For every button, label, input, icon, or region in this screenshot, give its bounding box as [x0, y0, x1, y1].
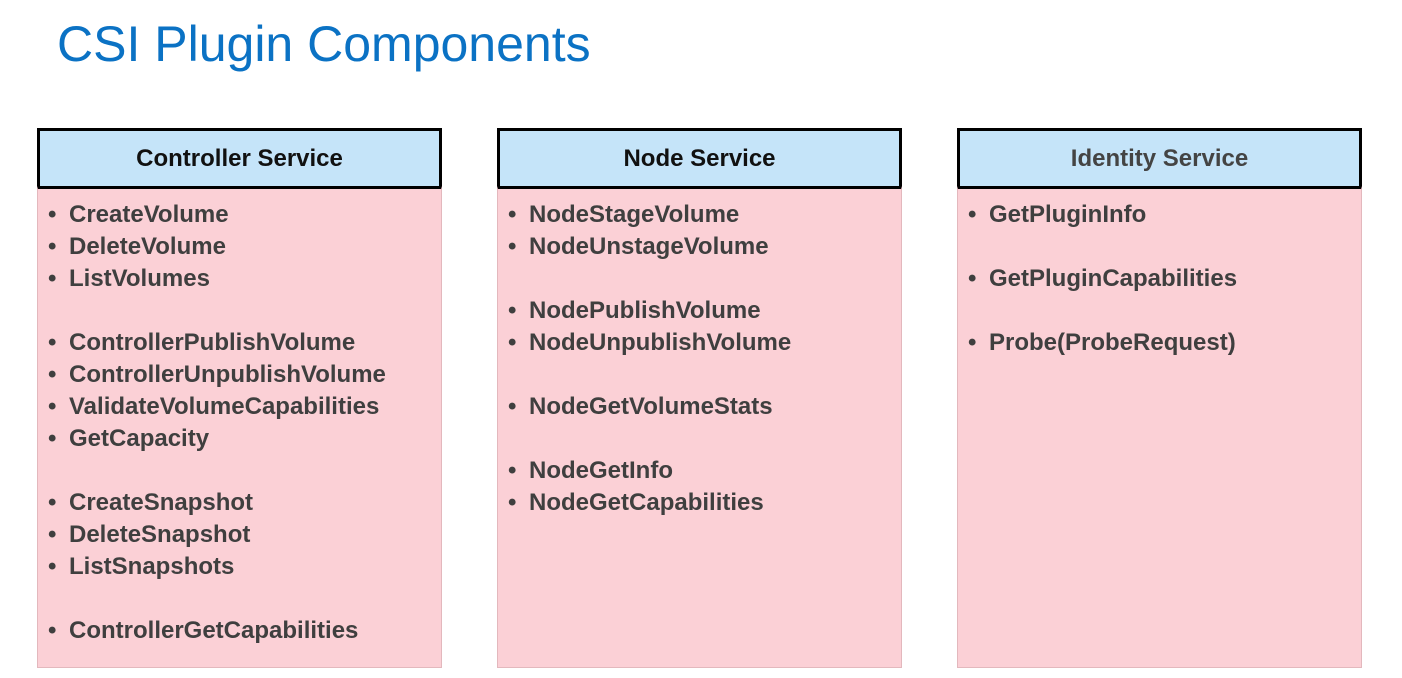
bullet-icon: • — [48, 265, 57, 292]
controller-service-method-list: • CreateVolume • DeleteVolume • ListVolumes… — [37, 186, 442, 668]
bullet-icon: • — [508, 489, 517, 516]
identity-service-method-list: • GetPluginInfo • GetPluginCapabilities • P… — [957, 186, 1362, 668]
method-group: • GetPluginInfo — [968, 199, 1361, 231]
bullet-icon: • — [48, 233, 57, 260]
bullet-icon: • — [508, 201, 517, 228]
controller-service-box: Controller Service • CreateVolume • Delete… — [37, 128, 442, 668]
method-item: • NodeUnpublishVolume — [508, 327, 901, 359]
bullet-icon: • — [508, 457, 517, 484]
bullet-icon: • — [508, 329, 517, 356]
bullet-icon: • — [48, 361, 57, 388]
node-service-method-list: • NodeStageVolume • NodeUnstageVolume • Nod… — [497, 186, 902, 668]
method-item: • NodePublishVolume — [508, 295, 901, 327]
method-name: ListVolumes — [69, 265, 210, 292]
method-item: • GetCapacity — [48, 423, 441, 455]
method-name: ControllerUnpublishVolume — [69, 361, 386, 388]
method-name: GetCapacity — [69, 425, 210, 452]
bullet-icon: • — [508, 233, 517, 260]
method-item: • CreateSnapshot — [48, 487, 441, 519]
method-name: Probe(ProbeRequest) — [989, 329, 1236, 356]
bullet-icon: • — [48, 425, 57, 452]
method-name: NodeUnpublishVolume — [529, 329, 792, 356]
bullet-icon: • — [508, 393, 517, 420]
method-item: • NodeGetVolumeStats — [508, 391, 901, 423]
method-name: ControllerPublishVolume — [69, 329, 356, 356]
method-name: NodeGetInfo — [529, 457, 673, 484]
controller-service-header: Controller Service — [37, 128, 442, 186]
bullet-icon: • — [48, 329, 57, 356]
method-name: GetPluginInfo — [989, 201, 1147, 228]
method-item: • NodeStageVolume — [508, 199, 901, 231]
method-name: CreateSnapshot — [69, 489, 254, 516]
method-group: • GetPluginCapabilities — [968, 263, 1361, 295]
method-item: • ControllerGetCapabilities — [48, 615, 441, 647]
method-item: • ValidateVolumeCapabilities — [48, 391, 441, 423]
method-name: ControllerGetCapabilities — [69, 617, 359, 644]
method-group: • CreateSnapshot • DeleteSnapshot • ListSna… — [48, 487, 441, 583]
method-item: • ListVolumes — [48, 263, 441, 295]
bullet-icon: • — [48, 521, 57, 548]
method-group: • CreateVolume • DeleteVolume • ListVolumes — [48, 199, 441, 295]
method-name: GetPluginCapabilities — [989, 265, 1238, 292]
method-group: • Probe(ProbeRequest) — [968, 327, 1361, 359]
method-group: • ControllerGetCapabilities — [48, 615, 441, 647]
node-service-box: Node Service • NodeStageVolume • NodeUnsta… — [497, 128, 902, 668]
bullet-icon: • — [48, 553, 57, 580]
method-group: • NodeGetVolumeStats — [508, 391, 901, 423]
method-name: NodeUnstageVolume — [529, 233, 769, 260]
method-item: • Probe(ProbeRequest) — [968, 327, 1361, 359]
method-item: • ControllerPublishVolume — [48, 327, 441, 359]
method-name: NodePublishVolume — [529, 297, 761, 324]
bullet-icon: • — [508, 297, 517, 324]
method-item: • DeleteVolume — [48, 231, 441, 263]
method-item: • NodeGetCapabilities — [508, 487, 901, 519]
method-name: DeleteSnapshot — [69, 521, 251, 548]
method-group: • ControllerPublishVolume • ControllerUnpu… — [48, 327, 441, 455]
method-name: NodeStageVolume — [529, 201, 740, 228]
bullet-icon: • — [48, 201, 57, 228]
identity-service-header: Identity Service — [957, 128, 1362, 186]
method-item: • DeleteSnapshot — [48, 519, 441, 551]
bullet-icon: • — [48, 617, 57, 644]
node-service-header: Node Service — [497, 128, 902, 186]
method-item: • CreateVolume — [48, 199, 441, 231]
method-item: • GetPluginInfo — [968, 199, 1361, 231]
page-title: CSI Plugin Components — [57, 16, 591, 72]
method-item: • NodeUnstageVolume — [508, 231, 901, 263]
bullet-icon: • — [968, 201, 977, 228]
bullet-icon: • — [968, 329, 977, 356]
method-name: ValidateVolumeCapabilities — [69, 393, 380, 420]
method-item: • ListSnapshots — [48, 551, 441, 583]
method-group: • NodeGetInfo • NodeGetCapabilities — [508, 455, 901, 519]
method-item: • GetPluginCapabilities — [968, 263, 1361, 295]
bullet-icon: • — [48, 393, 57, 420]
method-name: ListSnapshots — [69, 553, 235, 580]
method-group: • NodeStageVolume • NodeUnstageVolume — [508, 199, 901, 263]
method-name: CreateVolume — [69, 201, 229, 228]
method-name: NodeGetVolumeStats — [529, 393, 773, 420]
method-group: • NodePublishVolume • NodeUnpublishVolume — [508, 295, 901, 359]
method-name: NodeGetCapabilities — [529, 489, 764, 516]
bullet-icon: • — [968, 265, 977, 292]
method-item: • NodeGetInfo — [508, 455, 901, 487]
method-item: • ControllerUnpublishVolume — [48, 359, 441, 391]
bullet-icon: • — [48, 489, 57, 516]
identity-service-box: Identity Service • GetPluginInfo • GetPlug… — [957, 128, 1362, 668]
method-name: DeleteVolume — [69, 233, 226, 260]
